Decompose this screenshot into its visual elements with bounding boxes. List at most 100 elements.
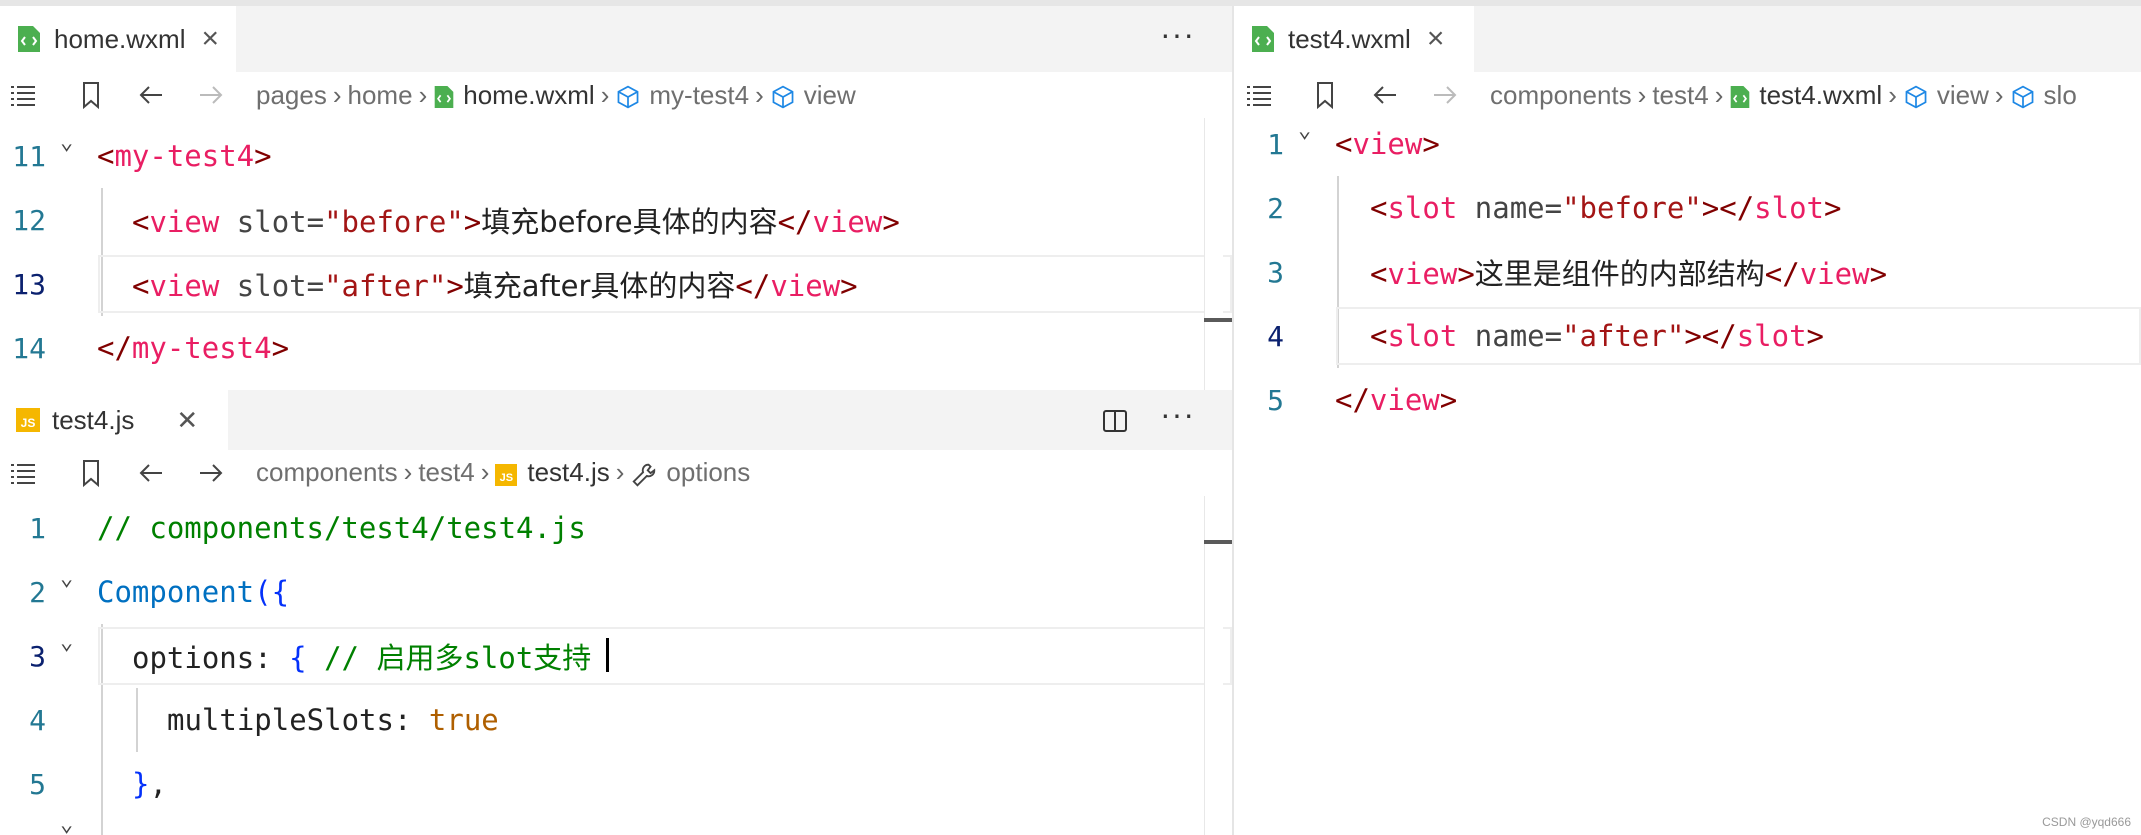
tab-home-wxml[interactable]: home.wxml ×	[0, 6, 236, 72]
tab-label: home.wxml	[54, 23, 186, 54]
bookmark-icon[interactable]	[76, 80, 106, 110]
line-text: multipleSlots: true	[167, 703, 499, 737]
code-token: <	[132, 269, 150, 303]
back-arrow-icon[interactable]	[1370, 80, 1400, 110]
split-editor-icon[interactable]	[1100, 406, 1130, 436]
code-line: 11 ⌄ <my-test4>	[0, 124, 1232, 188]
tab-test4-wxml[interactable]: test4.wxml ×	[1234, 6, 1474, 72]
breadcrumb-item[interactable]: test4.js	[527, 457, 609, 487]
list-icon[interactable]	[8, 80, 38, 110]
scrollbar-thumb[interactable]	[1204, 318, 1232, 322]
line-text: <slot name="after"></slot>	[1370, 319, 1824, 353]
forward-arrow-icon[interactable]	[196, 80, 226, 110]
close-icon[interactable]: ×	[201, 24, 219, 54]
breadcrumb-item[interactable]: view	[804, 80, 856, 110]
code-token: // components/test4/test4.js	[97, 511, 586, 545]
code-line: 14 </my-test4>	[0, 316, 1232, 380]
breadcrumb-item[interactable]: view	[1937, 80, 1989, 110]
code-area[interactable]: 11 ⌄ <my-test4> 12 <view slot="before">填…	[0, 124, 1232, 390]
code-token: >	[1439, 383, 1458, 417]
code-token: >	[446, 269, 464, 303]
code-token: "before"	[324, 205, 464, 239]
editor-pane-test4-wxml: test4.wxml × components › test4 › test4.wxml…	[1234, 6, 2141, 835]
code-token: // 启用多slot支持	[306, 641, 592, 675]
js-file-icon: JS	[16, 408, 40, 432]
chevron-right-icon: ›	[418, 79, 428, 110]
back-arrow-icon[interactable]	[136, 80, 166, 110]
breadcrumb-item[interactable]: home.wxml	[463, 80, 594, 110]
code-token: view	[149, 205, 220, 239]
breadcrumb: components › test4 › test4.wxml › view › slo	[1490, 80, 2077, 111]
more-actions-icon[interactable]: ···	[1160, 16, 1195, 53]
more-actions-icon[interactable]: ···	[1160, 396, 1195, 433]
code-area[interactable]: 1 ⌄ <view> 2 <slot name="before"></slot>…	[1234, 112, 2141, 835]
chevron-right-icon: ›	[1994, 79, 2004, 110]
code-token: <	[1370, 257, 1388, 291]
breadcrumb-item[interactable]: components	[256, 457, 398, 487]
wxml-file-icon	[434, 85, 454, 108]
chevron-down-icon[interactable]: ⌄	[60, 130, 73, 155]
tab-label: test4.js	[52, 404, 135, 435]
chevron-down-icon[interactable]: ⌄	[60, 566, 73, 591]
cube-icon	[772, 85, 794, 109]
code-token: :	[254, 641, 290, 675]
list-icon[interactable]	[8, 458, 38, 488]
code-token: >	[254, 139, 272, 173]
line-text: <view>	[1335, 127, 1440, 161]
chevron-right-icon: ›	[755, 79, 764, 110]
code-token: {	[271, 575, 290, 609]
code-token: true	[428, 703, 499, 737]
line-number: 4	[29, 703, 46, 737]
breadcrumb-item[interactable]: slo	[2044, 80, 2077, 110]
chevron-down-icon[interactable]: ⌄	[1298, 118, 1311, 143]
cube-icon	[617, 85, 639, 109]
scrollbar-thumb[interactable]	[1204, 540, 1232, 544]
line-text: <view>这里是组件的内部结构</view>	[1370, 251, 1887, 293]
code-token: >	[882, 205, 900, 239]
wxml-file-icon	[1252, 26, 1274, 52]
close-icon[interactable]: ✕	[176, 407, 198, 433]
vertical-scrollbar[interactable]	[1204, 118, 1223, 390]
code-token: >	[840, 269, 858, 303]
breadcrumb-toolbar: components › test4 › JS test4.js › options	[0, 450, 1232, 496]
breadcrumb-item[interactable]: components	[1490, 80, 1632, 110]
code-area[interactable]: 1 // components/test4/test4.js 2 ⌄ Compo…	[0, 496, 1232, 835]
tab-test4-js[interactable]: JS test4.js ✕	[0, 390, 228, 450]
code-token: "before"	[1562, 191, 1702, 225]
code-token: options	[132, 641, 255, 675]
code-token: </	[1335, 383, 1370, 417]
breadcrumb-item[interactable]: options	[666, 457, 750, 487]
breadcrumb-item[interactable]: home	[348, 80, 413, 110]
line-number: 4	[1267, 319, 1284, 353]
line-text: <my-test4>	[97, 139, 272, 173]
forward-arrow-icon[interactable]	[1430, 80, 1460, 110]
breadcrumb-item[interactable]: test4.wxml	[1759, 80, 1882, 110]
breadcrumb-item[interactable]: pages	[256, 80, 327, 110]
list-icon[interactable]	[1244, 80, 1274, 110]
line-number: 2	[1267, 191, 1284, 225]
code-token: ></	[1701, 191, 1755, 225]
breadcrumb-item[interactable]: test4	[1652, 80, 1708, 110]
breadcrumb-toolbar: pages › home › home.wxml › my-test4 › view	[0, 72, 1232, 118]
chevron-down-icon[interactable]: ⌄	[60, 630, 73, 655]
code-token: {	[289, 641, 307, 675]
line-text: <view slot="before">填充before具体的内容</view>	[132, 199, 900, 241]
bookmark-icon[interactable]	[76, 458, 106, 488]
code-token: view	[1799, 257, 1870, 291]
code-token: name	[1457, 191, 1545, 225]
chevron-down-icon[interactable]: ⌄	[60, 812, 73, 835]
code-token: <	[1370, 191, 1388, 225]
close-icon[interactable]: ×	[1427, 24, 1445, 54]
code-token: <	[97, 139, 115, 173]
breadcrumb-item[interactable]: test4	[418, 457, 474, 487]
line-number: 1	[29, 511, 46, 545]
line-number: 5	[1267, 383, 1284, 417]
back-arrow-icon[interactable]	[136, 458, 166, 488]
breadcrumb-item[interactable]: my-test4	[649, 80, 749, 110]
vertical-scrollbar[interactable]	[1204, 496, 1223, 835]
forward-arrow-icon[interactable]	[196, 458, 226, 488]
bookmark-icon[interactable]	[1310, 80, 1340, 110]
code-token: </	[1764, 257, 1800, 291]
line-text: </my-test4>	[97, 331, 289, 365]
code-token: >	[271, 331, 290, 365]
